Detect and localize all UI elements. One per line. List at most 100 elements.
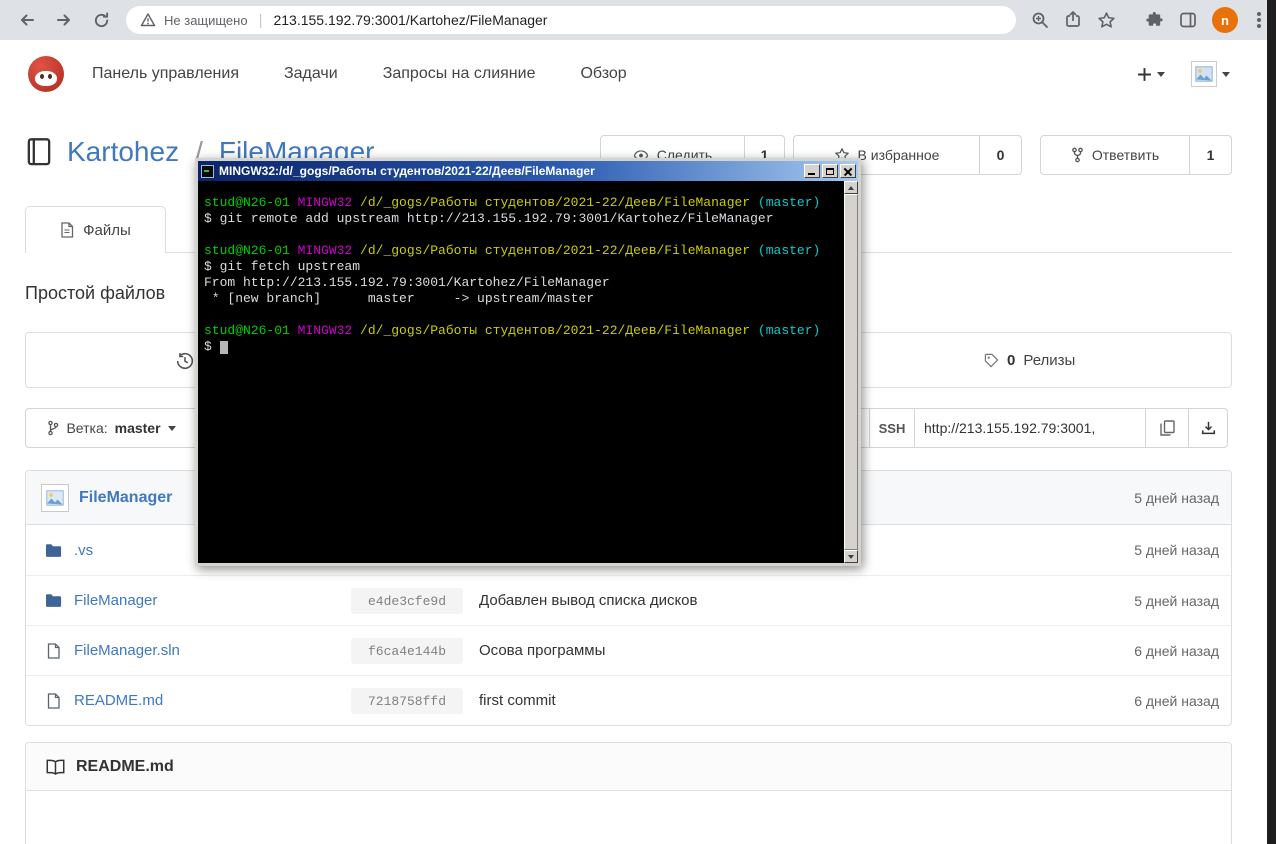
gogs-logo[interactable]	[28, 56, 64, 92]
back-icon	[21, 14, 34, 26]
commit-hash-link[interactable]: f6ca4e144b	[351, 638, 463, 664]
terminal-scrollbar[interactable]	[844, 181, 858, 563]
not-secure-icon	[140, 13, 156, 27]
nav-item-issues[interactable]: Задачи	[284, 65, 338, 83]
caret-down-icon	[167, 425, 176, 431]
browser-toolbar: Не защищено | 213.155.192.79:3001/Kartoh…	[0, 0, 1276, 40]
close-button[interactable]	[840, 164, 856, 178]
clone-url-input[interactable]	[914, 408, 1146, 448]
caret-down-icon	[1222, 71, 1230, 77]
tab-files[interactable]: Файлы	[25, 206, 166, 253]
file-link[interactable]: README.md	[74, 692, 163, 709]
prompt-branch: (master)	[757, 323, 821, 338]
prompt-system: MINGW32	[297, 195, 361, 210]
branch-name: master	[114, 420, 161, 436]
maximize-button[interactable]	[822, 164, 838, 178]
scrollbar-thumb[interactable]	[844, 194, 858, 550]
prompt-system: MINGW32	[297, 323, 361, 338]
readme-header: README.md	[26, 743, 1231, 791]
releases-label: Релизы	[1023, 351, 1076, 369]
bookmark-star-icon	[1098, 11, 1115, 28]
prompt-branch: (master)	[757, 243, 821, 258]
ssh-protocol-button[interactable]: SSH	[869, 408, 915, 448]
fork-icon	[1072, 147, 1083, 163]
browser-scrollbar[interactable]	[1267, 0, 1276, 844]
browser-menu-kebab-icon[interactable]	[1257, 18, 1261, 22]
prompt-path: /d/_gogs/Работы студентов/2021-22/Деев/F…	[360, 323, 758, 338]
zoom-button[interactable]	[1031, 11, 1049, 29]
commit-hash-link[interactable]: e4de3cfe9d	[351, 588, 463, 614]
fork-group: Ответвить 1	[1040, 135, 1232, 175]
branch-icon	[48, 420, 59, 436]
extensions-button[interactable]	[1145, 11, 1164, 30]
star-count[interactable]: 0	[980, 135, 1022, 175]
terminal-command: $ git remote add upstream http://213.155…	[204, 211, 774, 226]
zoom-icon	[1032, 12, 1048, 28]
repo-owner-link[interactable]: Kartohez	[67, 136, 179, 168]
clone-url-group: HTTP SSH	[812, 408, 1228, 448]
nav-item-pulls[interactable]: Запросы на слияние	[383, 65, 536, 83]
repo-description: Простой файлов	[25, 283, 166, 303]
user-menu[interactable]	[1191, 61, 1230, 87]
browser-action-icons: n	[1031, 7, 1269, 33]
terminal-prompt-line: stud@N26-01 MINGW32 /d/_gogs/Работы студ…	[204, 243, 836, 259]
terminal-title: MINGW32:/d/_gogs/Работы студентов/2021-2…	[219, 164, 595, 178]
folder-icon	[44, 543, 62, 558]
releases-link[interactable]: 0 Релизы	[984, 333, 1075, 387]
tab-files-label: Файлы	[83, 221, 131, 239]
file-link[interactable]: FileManager.sln	[74, 642, 180, 659]
forward-icon	[57, 14, 70, 26]
table-row: FileManager e4de3cfe9d Добавлен вывод сп…	[26, 575, 1231, 625]
terminal-titlebar[interactable]: MINGW32:/d/_gogs/Работы студентов/2021-2…	[198, 161, 858, 181]
terminal-command: $ git fetch upstream	[204, 259, 361, 274]
side-panel-icon	[1180, 12, 1196, 28]
commit-hash-link[interactable]: 7218758ffd	[351, 688, 463, 714]
nav-item-explore[interactable]: Обзор	[580, 65, 626, 83]
fork-count[interactable]: 1	[1190, 135, 1232, 175]
terminal-input-line: $	[204, 339, 836, 355]
file-text-icon	[61, 222, 74, 238]
share-button[interactable]	[1064, 11, 1082, 29]
reload-icon	[94, 11, 108, 27]
gogs-logo-face	[35, 71, 57, 86]
file-link[interactable]: FileManager	[74, 592, 157, 609]
terminal-output: * [new branch] master -> upstream/master	[204, 291, 595, 306]
scroll-up-icon[interactable]	[844, 181, 858, 194]
gogs-logo-eye	[48, 74, 52, 79]
security-label: Не защищено	[164, 12, 248, 28]
minimize-button[interactable]	[804, 164, 820, 178]
copy-url-button[interactable]	[1145, 408, 1189, 448]
prompt-path: /d/_gogs/Работы студентов/2021-22/Деев/F…	[360, 243, 758, 258]
commit-time: 5 дней назад	[1134, 592, 1219, 609]
commit-time: 6 дней назад	[1134, 642, 1219, 659]
prompt-symbol: $	[204, 339, 220, 354]
back-button[interactable]	[12, 5, 42, 35]
table-row: README.md 7218758ffd first commit 6 дней…	[26, 675, 1231, 725]
file-link[interactable]: .vs	[74, 542, 93, 559]
reload-button[interactable]	[86, 5, 116, 35]
bookmark-button[interactable]	[1097, 11, 1116, 30]
terminal-output: From http://213.155.192.79:3001/Kartohez…	[204, 275, 610, 290]
create-new-menu[interactable]	[1137, 67, 1165, 82]
terminal-window: MINGW32:/d/_gogs/Работы студентов/2021-2…	[195, 158, 861, 566]
gogs-logo-eye	[40, 74, 44, 79]
commit-message: Добавлен вывод списка дисков	[479, 592, 698, 609]
nav-item-dashboard[interactable]: Панель управления	[92, 65, 239, 83]
url-text: 213.155.192.79:3001/Kartohez/FileManager	[273, 12, 548, 28]
scroll-down-icon[interactable]	[844, 550, 858, 563]
prompt-path: /d/_gogs/Работы студентов/2021-22/Деев/F…	[360, 195, 758, 210]
fork-button[interactable]: Ответвить	[1040, 135, 1190, 175]
committer-link[interactable]: FileManager	[79, 489, 172, 507]
forward-button[interactable]	[49, 5, 79, 35]
browser-profile-avatar[interactable]: n	[1212, 7, 1238, 33]
committer-avatar[interactable]	[41, 483, 69, 512]
branch-selector[interactable]: Ветка: master	[25, 408, 198, 448]
download-button[interactable]	[1188, 408, 1228, 448]
side-panel-button[interactable]	[1179, 11, 1197, 29]
prompt-branch: (master)	[757, 195, 821, 210]
address-bar[interactable]: Не защищено | 213.155.192.79:3001/Kartoh…	[126, 6, 1016, 34]
navbar-right	[1137, 61, 1230, 87]
minimize-icon	[808, 173, 815, 175]
terminal-body[interactable]: stud@N26-01 MINGW32 /d/_gogs/Работы студ…	[198, 181, 858, 563]
